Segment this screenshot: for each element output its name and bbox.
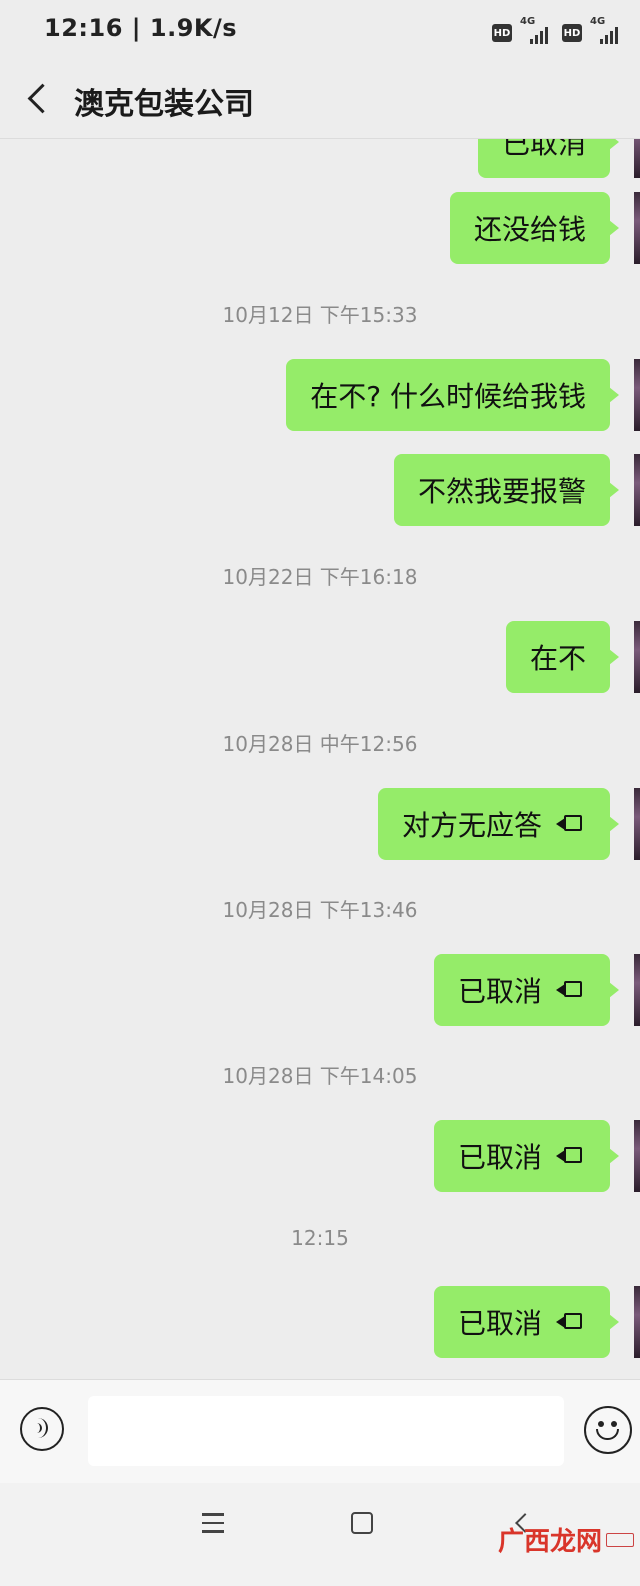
input-bar — [0, 1379, 640, 1484]
message-input[interactable] — [88, 1396, 564, 1466]
avatar[interactable] — [634, 621, 640, 693]
message-text: 已取消 — [501, 139, 586, 160]
call-status-text: 对方无应答 — [401, 809, 542, 842]
network-type-2: 4G — [590, 16, 606, 27]
message-text: 还没给钱 — [473, 213, 586, 246]
message-bubble[interactable]: 不然我要报警 — [393, 454, 620, 526]
status-icons: HD 4G HD 4G — [492, 16, 626, 46]
video-call-record[interactable]: 对方无应答 — [377, 788, 620, 860]
signal-icon-1: 4G — [518, 16, 556, 46]
status-time: 12:16 | 1.9K/s — [44, 14, 238, 42]
avatar[interactable] — [634, 454, 640, 526]
message-timestamp: 10月28日 下午14:05 — [222, 1064, 418, 1088]
message-timestamp: 10月12日 下午15:33 — [222, 303, 418, 327]
message-timestamp: 10月28日 中午12:56 — [222, 732, 418, 756]
signal-icon-2: 4G — [588, 16, 626, 46]
message-bubble[interactable]: 还没给钱 — [449, 192, 620, 264]
message-bubble[interactable]: 已取消 — [477, 139, 620, 178]
avatar[interactable] — [634, 1286, 640, 1358]
message-list[interactable]: 已取消 还没给钱 10月12日 下午15:33 在不? 什么时候给我钱 不然我要… — [0, 139, 640, 1379]
video-call-record[interactable]: 已取消 — [433, 1286, 620, 1358]
emoji-button[interactable] — [584, 1406, 632, 1454]
video-call-record[interactable]: 已取消 — [433, 1120, 620, 1192]
video-call-icon — [556, 979, 586, 1001]
avatar[interactable] — [634, 139, 640, 178]
back-arrow-icon — [27, 83, 58, 114]
network-type-1: 4G — [520, 16, 536, 27]
back-button[interactable] — [20, 78, 58, 122]
avatar[interactable] — [634, 1120, 640, 1192]
avatar[interactable] — [634, 788, 640, 860]
home-icon[interactable] — [351, 1512, 373, 1534]
avatar[interactable] — [634, 192, 640, 264]
system-navigation-bar: 广西龙网 — [0, 1483, 640, 1586]
message-text: 不然我要报警 — [417, 475, 586, 508]
call-status-text: 已取消 — [457, 1141, 542, 1174]
message-timestamp: 10月22日 下午16:18 — [222, 565, 418, 589]
hd-badge-2: HD — [562, 24, 582, 42]
status-bar: 12:16 | 1.9K/s HD 4G HD 4G — [0, 0, 640, 64]
video-call-icon — [556, 1311, 586, 1333]
message-text: 在不 — [529, 642, 586, 675]
message-timestamp: 10月28日 下午13:46 — [222, 898, 418, 922]
hd-badge-1: HD — [492, 24, 512, 42]
chat-title: 澳克包装公司 — [74, 87, 254, 122]
call-status-text: 已取消 — [457, 975, 542, 1008]
watermark-tag — [606, 1532, 634, 1547]
video-call-icon — [556, 813, 586, 835]
message-text: 在不? 什么时候给我钱 — [310, 380, 586, 413]
message-timestamp: 12:15 — [291, 1226, 349, 1250]
message-bubble[interactable]: 在不 — [505, 621, 620, 693]
chat-header: 澳克包装公司 — [0, 64, 640, 139]
avatar[interactable] — [634, 954, 640, 1026]
call-status-text: 已取消 — [457, 1307, 542, 1340]
avatar[interactable] — [634, 359, 640, 431]
video-call-icon — [556, 1145, 586, 1167]
menu-icon[interactable] — [202, 1513, 226, 1535]
watermark-logo: 广西龙网 — [497, 1527, 602, 1557]
message-bubble[interactable]: 在不? 什么时候给我钱 — [286, 359, 619, 431]
voice-input-button[interactable] — [20, 1407, 64, 1451]
watermark: 广西龙网 — [498, 1521, 634, 1558]
video-call-record[interactable]: 已取消 — [433, 954, 620, 1026]
